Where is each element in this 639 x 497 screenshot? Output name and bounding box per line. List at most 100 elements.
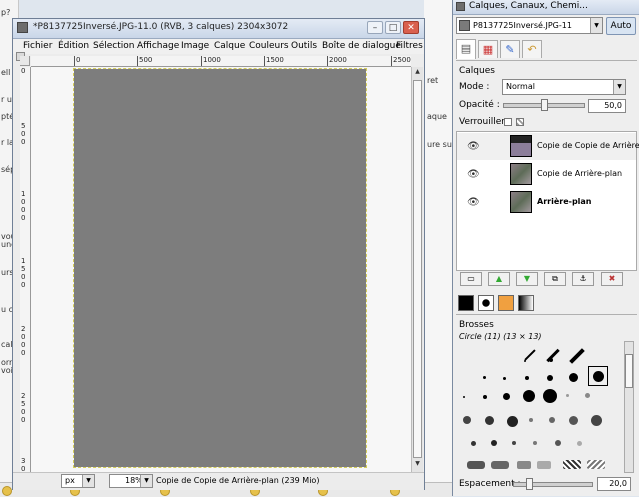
close-button[interactable]: ✕ <box>403 21 419 34</box>
brush-swatch[interactable] <box>569 373 578 382</box>
zoom-select[interactable]: 18% ▼ <box>109 474 153 488</box>
menu-filtres[interactable]: Filtres <box>396 41 423 51</box>
brush-swatch[interactable] <box>491 461 509 469</box>
brush-swatch[interactable] <box>485 416 494 425</box>
dock-titlebar[interactable]: Calques, Canaux, Chemi... <box>453 0 639 15</box>
brush-swatch[interactable] <box>467 461 485 469</box>
brush-swatch[interactable] <box>555 440 561 446</box>
unit-select[interactable]: px ▼ <box>61 474 95 488</box>
menu-selection[interactable]: Sélection <box>93 41 134 51</box>
layer-row[interactable]: 👁 Copie de Copie de Arrière <box>457 133 639 160</box>
layer-row[interactable]: 👁 Arrière-plan <box>457 189 636 216</box>
zoom-value: 18% <box>125 476 143 485</box>
vertical-scrollbar[interactable]: ▲ ▼ <box>411 67 423 473</box>
brush-swatch[interactable] <box>503 377 506 380</box>
brush-swatch[interactable] <box>517 461 531 469</box>
menu-outils[interactable]: Outils <box>291 41 317 51</box>
menu-image[interactable]: Image <box>181 41 209 51</box>
raise-layer-icon[interactable]: ▲ <box>488 272 510 286</box>
selected-brush-frame[interactable] <box>588 366 608 386</box>
anchor-layer-icon[interactable]: ⚓ <box>572 272 594 286</box>
menu-boite-de-dialogue[interactable]: Boîte de dialogue <box>322 41 401 51</box>
horizontal-ruler[interactable]: 0 500 1000 1500 2000 2500 <box>31 56 411 67</box>
fg-bg-colors-icon[interactable] <box>458 295 474 311</box>
gradients-tab-icon[interactable] <box>518 295 534 311</box>
brush-swatch[interactable] <box>587 460 605 469</box>
brush-swatch[interactable] <box>463 416 471 424</box>
opacity-field[interactable]: 50,0 <box>588 99 626 113</box>
image-canvas[interactable] <box>73 68 367 468</box>
tab-channels[interactable]: ▦ <box>478 40 498 58</box>
ruler-corner-button[interactable] <box>20 56 30 66</box>
menu-fichier[interactable]: Fichier <box>23 41 52 51</box>
delete-layer-icon[interactable]: ✖ <box>601 272 623 286</box>
image-window-titlebar[interactable]: *P8137725Inversé.JPG-11.0 (RVB, 3 calque… <box>13 19 424 39</box>
brush-swatch[interactable] <box>483 395 487 399</box>
tab-paths[interactable]: ✎ <box>500 40 520 58</box>
brush-swatch[interactable] <box>491 440 497 446</box>
lock-pixels-checkbox[interactable] <box>504 118 512 126</box>
brush-swatch[interactable] <box>463 396 465 398</box>
eye-icon[interactable]: 👁 <box>467 169 480 180</box>
mode-label: Mode : <box>459 82 490 92</box>
lower-layer-icon[interactable]: ▼ <box>516 272 538 286</box>
menu-affichage[interactable]: Affichage <box>137 41 179 51</box>
brush-swatch[interactable] <box>591 415 602 426</box>
duplicate-layer-icon[interactable]: ⧉ <box>544 272 566 286</box>
ruler-tick: 0 <box>21 349 26 357</box>
brush-swatch[interactable] <box>563 460 581 469</box>
brush-swatch[interactable] <box>533 441 537 445</box>
brush-swatch[interactable] <box>483 376 486 379</box>
spacing-slider-handle[interactable] <box>526 478 533 490</box>
scrollbar-thumb[interactable] <box>413 80 422 458</box>
brush-swatch[interactable] <box>524 349 536 361</box>
menu-calque[interactable]: Calque <box>214 41 245 51</box>
taskbar-icon[interactable] <box>2 486 12 496</box>
brush-swatch[interactable] <box>585 393 590 398</box>
lock-alpha-icon[interactable] <box>516 118 524 126</box>
image-select[interactable]: P8137725Inversé.JPG-11 ▼ <box>456 17 603 34</box>
minimize-button[interactable]: – <box>367 21 383 34</box>
brush-swatch[interactable] <box>503 393 510 400</box>
layers-list[interactable]: 👁 Copie de Copie de Arrière 👁 Copie de A… <box>456 131 639 271</box>
patterns-tab-icon[interactable] <box>498 295 514 311</box>
brush-swatch[interactable] <box>529 418 533 422</box>
spacing-field[interactable]: 20,0 <box>597 477 631 491</box>
tab-layers[interactable]: ▤ <box>456 39 476 59</box>
menu-couleurs[interactable]: Couleurs <box>249 41 289 51</box>
scroll-down-icon[interactable]: ▼ <box>413 460 422 470</box>
brush-swatch[interactable] <box>543 389 557 403</box>
menu-edition[interactable]: Édition <box>58 41 89 51</box>
brushes-scrollbar[interactable] <box>624 341 634 473</box>
brush-swatch[interactable] <box>566 394 569 397</box>
brush-swatch[interactable] <box>549 417 555 423</box>
scroll-up-icon[interactable]: ▲ <box>413 68 422 78</box>
brush-swatch[interactable] <box>546 348 560 363</box>
scrollbar-thumb[interactable] <box>625 354 633 388</box>
brush-swatch[interactable] <box>507 416 518 427</box>
brush-swatch[interactable] <box>512 441 516 445</box>
canvas-area[interactable] <box>31 67 411 473</box>
brush-swatch[interactable] <box>471 441 476 446</box>
mode-select[interactable]: Normal ▼ <box>502 79 626 95</box>
brush-swatch[interactable] <box>537 461 551 469</box>
auto-button[interactable]: Auto <box>606 17 636 35</box>
spacing-slider[interactable] <box>513 482 593 487</box>
brush-swatch[interactable] <box>523 390 535 402</box>
eye-icon[interactable]: 👁 <box>467 197 480 208</box>
eye-icon[interactable]: 👁 <box>467 141 480 152</box>
brush-swatch[interactable] <box>525 376 529 380</box>
brushes-tab-icon[interactable] <box>478 295 494 311</box>
new-layer-icon[interactable]: ▭ <box>460 272 482 286</box>
brush-swatch[interactable] <box>569 348 585 364</box>
vertical-ruler[interactable]: 0 5 0 0 1 0 0 0 1 5 0 0 2 0 0 0 2 5 0 0 … <box>20 67 31 473</box>
tab-undo[interactable]: ↶ <box>522 40 542 58</box>
brush-swatch[interactable] <box>547 375 553 381</box>
layer-row[interactable]: 👁 Copie de Arrière-plan <box>457 161 636 188</box>
opacity-slider-handle[interactable] <box>541 99 548 111</box>
maximize-button[interactable]: □ <box>385 21 401 34</box>
ruler-tick: 2000 <box>329 56 347 64</box>
brush-swatch[interactable] <box>577 441 582 446</box>
brush-grid[interactable] <box>463 344 613 472</box>
brush-swatch[interactable] <box>569 416 578 425</box>
